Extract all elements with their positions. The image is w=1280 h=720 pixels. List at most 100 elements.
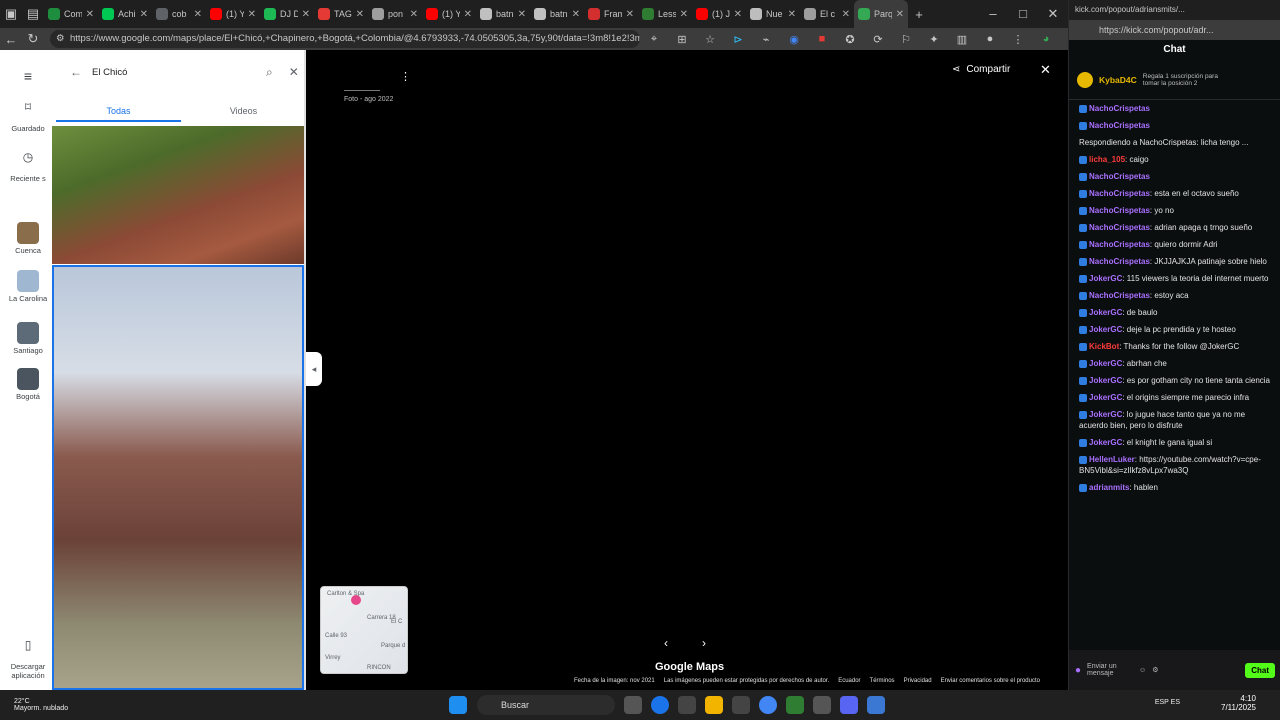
close-tab-icon[interactable]: ✕ (842, 9, 850, 20)
task-view-icon[interactable] (624, 696, 642, 714)
tab-videos[interactable]: Videos (181, 100, 306, 122)
close-tab-icon[interactable]: ✕ (194, 9, 202, 20)
close-tab-icon[interactable]: ✕ (626, 9, 634, 20)
minimap[interactable]: Carlton & Spa Carrera 18 Calle 93 Virrey… (320, 586, 408, 674)
extension-icon[interactable]: ⊳ (724, 33, 752, 46)
close-window-button[interactable]: ✕ (1038, 6, 1068, 22)
browser-tab[interactable]: batn ✕ (476, 0, 530, 28)
chat-username[interactable]: NachoCrispetas (1089, 121, 1150, 130)
browser-tab[interactable]: DJ D ✕ (260, 0, 314, 28)
chrome-icon[interactable] (759, 696, 777, 714)
browser-tab[interactable]: Fram ✕ (584, 0, 638, 28)
chat-username[interactable]: NachoCrispetas (1089, 240, 1150, 249)
search-icon[interactable]: ⌕ (266, 65, 273, 80)
chat-username[interactable]: JokerGC (1089, 359, 1122, 368)
chat-username[interactable]: KickBot (1089, 342, 1119, 351)
collapse-panel-button[interactable]: ◂ (306, 352, 322, 386)
menu-icon[interactable]: ≡ (0, 68, 56, 84)
chat-username[interactable]: JokerGC (1089, 376, 1122, 385)
split-view-icon[interactable]: ▥ (948, 33, 976, 46)
chat-username[interactable]: JokerGC (1089, 308, 1122, 317)
browser-tab[interactable]: Com ✕ (44, 0, 98, 28)
chat-username[interactable]: licha_105 (1089, 155, 1125, 164)
chat-input[interactable]: Enviar un mensaje (1087, 663, 1133, 677)
emote-icon[interactable]: ● (1075, 665, 1081, 676)
share-button[interactable]: ⋖ Compartir (952, 64, 1010, 75)
prev-photo-button[interactable]: ‹ (664, 636, 668, 650)
browser-tab[interactable]: Achi ✕ (98, 0, 152, 28)
rail-item-download-app[interactable]: ▯ Descargar aplicación (0, 638, 56, 680)
window-menu-icon[interactable]: ▣ (0, 6, 22, 22)
notepad-icon[interactable] (867, 696, 885, 714)
close-tab-icon[interactable]: ✕ (356, 9, 364, 20)
send-chat-button[interactable]: Chat (1245, 662, 1275, 678)
browser-menu-icon[interactable]: ⋮ (1004, 33, 1032, 46)
close-tab-icon[interactable]: ✕ (140, 9, 148, 20)
close-tab-icon[interactable]: ✕ (572, 9, 580, 20)
close-viewer-icon[interactable]: ✕ (1040, 62, 1051, 78)
rail-item-place[interactable]: Cuenca (0, 222, 56, 255)
extension-icon[interactable]: ✪ (836, 33, 864, 46)
privacy-link[interactable]: Privacidad (904, 678, 932, 690)
extension-icon[interactable]: ⟳ (864, 33, 892, 46)
settings-icon[interactable]: ⚙ (1152, 666, 1158, 674)
profile-avatar[interactable]: ● (976, 33, 1004, 45)
close-tab-icon[interactable]: ✕ (734, 9, 742, 20)
search-input[interactable]: El Chicó (92, 67, 252, 78)
extension-icon[interactable]: ◉ (780, 33, 808, 46)
rail-item-place[interactable]: La Carolina (0, 270, 56, 303)
browser-tab[interactable]: Nue ✕ (746, 0, 800, 28)
chat-username[interactable]: NachoCrispetas (1089, 189, 1150, 198)
chat-username[interactable]: NachoCrispetas (1089, 206, 1150, 215)
close-tab-icon[interactable]: ✕ (788, 9, 796, 20)
tab-actions-icon[interactable]: ▤ (22, 6, 44, 22)
rail-item-recent[interactable]: ◷ Reciente s (0, 150, 56, 183)
browser-tab[interactable]: (1) Ju✕ (692, 0, 746, 28)
back-arrow-icon[interactable]: ← (70, 65, 82, 79)
browser-tab[interactable]: (1) Y ✕ (422, 0, 476, 28)
chat-username[interactable]: NachoCrispetas (1089, 223, 1150, 232)
system-clock[interactable]: 4:10 7/11/2025 (1221, 694, 1256, 712)
country-link[interactable]: Ecuador (838, 678, 860, 690)
store-icon[interactable] (678, 696, 696, 714)
close-tab-icon[interactable]: ✕ (680, 9, 688, 20)
browser-tab[interactable]: pon ✕ (368, 0, 422, 28)
bookmark-star-icon[interactable]: ☆ (696, 33, 724, 46)
next-photo-button[interactable]: › (702, 636, 706, 650)
chat-username[interactable]: JokerGC (1089, 325, 1122, 334)
feedback-link[interactable]: Enviar comentarios sobre el producto (941, 678, 1040, 690)
maximize-button[interactable]: □ (1008, 6, 1038, 22)
close-tab-icon[interactable]: ✕ (410, 9, 418, 20)
photo-thumbnail-selected[interactable] (52, 265, 304, 690)
photo-thumbnail[interactable] (52, 126, 304, 264)
extension-icon[interactable]: ■ (808, 33, 836, 45)
weather-widget[interactable]: 22°C Mayorm. nublado (0, 690, 80, 720)
chat-username[interactable]: NachoCrispetas (1089, 291, 1150, 300)
browser-tab[interactable]: Parq ✕ (854, 0, 908, 28)
close-tab-icon[interactable]: ✕ (896, 9, 904, 20)
file-explorer-icon[interactable] (705, 696, 723, 714)
chat-username[interactable]: JokerGC (1089, 438, 1122, 447)
browser-tab[interactable]: (1) Y ✕ (206, 0, 260, 28)
app-icon[interactable] (786, 696, 804, 714)
tab-todas[interactable]: Todas (56, 100, 181, 122)
site-info-icon[interactable]: ⚙ (56, 30, 65, 48)
rail-item-place[interactable]: Bogotá (0, 368, 56, 401)
close-tab-icon[interactable]: ✕ (248, 9, 256, 20)
browser-tab[interactable]: batn ✕ (530, 0, 584, 28)
chat-username[interactable]: JokerGC (1089, 393, 1122, 402)
chat-username[interactable]: NachoCrispetas (1089, 257, 1150, 266)
browser-tab[interactable]: cob ✕ (152, 0, 206, 28)
new-tab-button[interactable]: + (908, 7, 930, 22)
url-field[interactable]: ⚙ https://www.google.com/maps/place/El+Ch… (50, 30, 640, 48)
close-tab-icon[interactable]: ✕ (464, 9, 472, 20)
edge-icon[interactable] (651, 696, 669, 714)
reload-icon[interactable]: ↻ (22, 31, 44, 47)
rail-item-place[interactable]: Santiago (0, 322, 56, 355)
chat-url-field[interactable]: https://kick.com/popout/adr... (1069, 20, 1280, 40)
pinned-gift-banner[interactable]: KybaD4C Regala 1 suscripción para tomar … (1069, 60, 1280, 100)
app-icon[interactable] (813, 696, 831, 714)
chat-username[interactable]: adrianmits (1089, 483, 1129, 492)
taskbar-search[interactable]: Buscar (477, 695, 615, 715)
windows-start-icon[interactable] (449, 696, 467, 714)
